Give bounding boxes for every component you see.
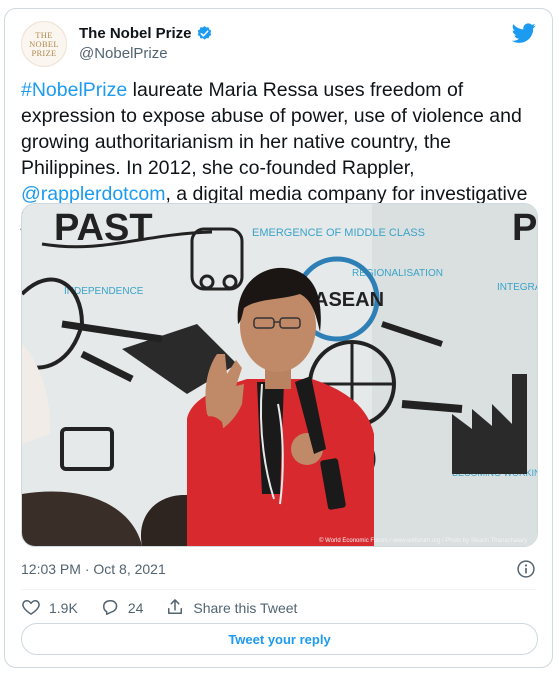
action-bar: 1.9K 24 Share this Tweet xyxy=(21,597,319,619)
hashtag-link[interactable]: #NobelPrize xyxy=(21,79,127,101)
like-count: 1.9K xyxy=(49,600,78,616)
share-label: Share this Tweet xyxy=(193,600,298,616)
whiteboard-asean: ASEAN xyxy=(314,289,384,311)
share-icon xyxy=(165,597,185,620)
photo-scene: PAST P EMERGENCE OF MIDDLE CLASS INDEPEN… xyxy=(22,204,537,546)
info-icon[interactable] xyxy=(516,559,536,584)
reply-bubble-icon xyxy=(100,597,120,620)
whiteboard-past-left: PAST xyxy=(54,207,153,249)
author-names: The Nobel Prize @NobelPrize xyxy=(79,25,213,62)
tweet-header: THE NOBEL PRIZE The Nobel Prize @NobelPr… xyxy=(21,21,536,69)
tweet-photo[interactable]: PAST P EMERGENCE OF MIDDLE CLASS INDEPEN… xyxy=(21,203,538,547)
author-display-name[interactable]: The Nobel Prize xyxy=(79,25,192,42)
whiteboard-p-right: P xyxy=(512,207,537,249)
author-handle[interactable]: @NobelPrize xyxy=(79,45,213,62)
tweet-your-reply-button[interactable]: Tweet your reply xyxy=(21,623,538,655)
reply-button[interactable]: 24 xyxy=(100,597,144,620)
verified-badge-icon xyxy=(196,25,213,42)
avatar-line-3: PRIZE xyxy=(31,47,57,58)
like-button[interactable]: 1.9K xyxy=(21,597,78,620)
reply-count: 24 xyxy=(127,600,144,616)
whiteboard-emergence: EMERGENCE OF MIDDLE CLASS xyxy=(252,227,425,239)
photo-credit: © World Economic Forum / www.weforum.org… xyxy=(319,537,527,544)
twitter-bird-icon[interactable] xyxy=(511,21,536,45)
avatar[interactable]: THE NOBEL PRIZE xyxy=(21,21,67,67)
share-button[interactable]: Share this Tweet xyxy=(165,597,297,620)
heart-icon xyxy=(21,597,41,620)
timestamp-row: 12:03 PM · Oct 8, 2021 xyxy=(21,559,536,579)
divider xyxy=(21,589,536,590)
tweet-timestamp[interactable]: 12:03 PM · Oct 8, 2021 xyxy=(21,561,166,577)
mention-link[interactable]: @rapplerdotcom xyxy=(21,183,165,205)
tweet-card: THE NOBEL PRIZE The Nobel Prize @NobelPr… xyxy=(4,8,553,668)
whiteboard-integration: INTEGRATION xyxy=(497,282,537,293)
